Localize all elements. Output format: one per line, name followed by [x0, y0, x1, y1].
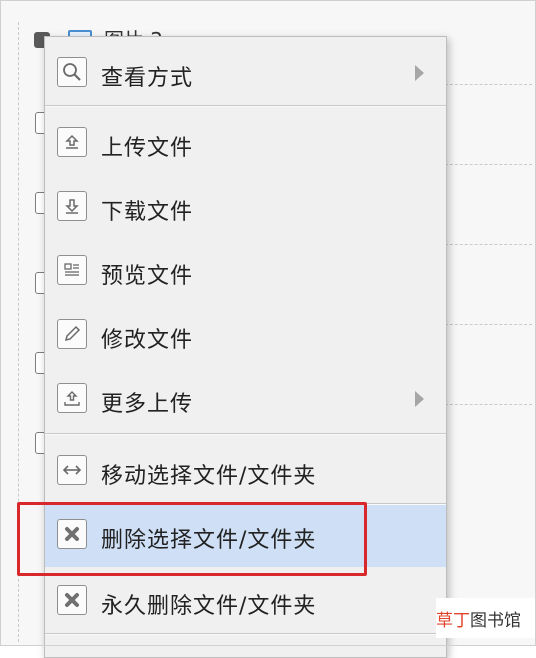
image-frame — [0, 0, 536, 646]
